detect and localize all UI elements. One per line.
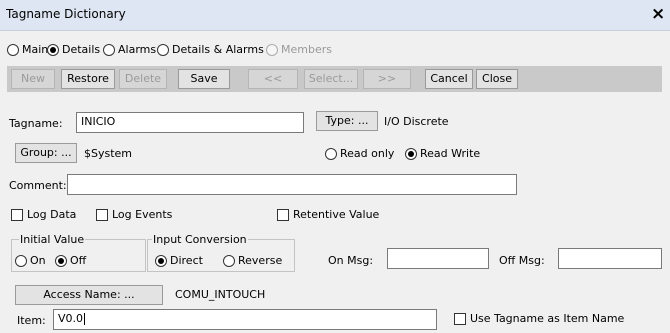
- radio-members: Members: [266, 43, 332, 56]
- radio-circle-disabled-icon: [266, 43, 278, 56]
- delete-button[interactable]: Delete: [119, 69, 167, 89]
- tagname-dictionary-window: Tagname Dictionary × Main Details Alarms…: [0, 0, 670, 333]
- radio-details[interactable]: Details: [47, 43, 100, 56]
- retentive-value-label: Retentive Value: [293, 208, 380, 221]
- group-value: $System: [84, 147, 133, 160]
- text-caret: [84, 313, 86, 325]
- radio-initial-off-label: Off: [70, 254, 87, 267]
- type-button[interactable]: Type: ...: [316, 111, 378, 131]
- radio-read-write[interactable]: Read Write: [405, 147, 480, 160]
- radio-circle-icon: [223, 254, 235, 267]
- radio-circle-icon: [7, 43, 19, 56]
- log-data-checkbox[interactable]: Log Data: [11, 208, 76, 221]
- on-msg-label: On Msg:: [328, 254, 374, 267]
- log-events-checkbox[interactable]: Log Events: [96, 208, 172, 221]
- checkbox-icon: [454, 312, 466, 325]
- restore-button[interactable]: Restore: [61, 69, 115, 89]
- title-bar: Tagname Dictionary ×: [0, 0, 670, 31]
- radio-alarms[interactable]: Alarms: [103, 43, 156, 56]
- group-button[interactable]: Group: ...: [15, 143, 77, 163]
- checkbox-icon: [11, 208, 23, 221]
- checkbox-icon: [277, 208, 289, 221]
- previous-button[interactable]: <<: [248, 69, 298, 89]
- input-conversion-title: Input Conversion: [152, 233, 248, 246]
- toolbar: New Restore Delete Save << Select... >> …: [7, 66, 662, 92]
- window-title: Tagname Dictionary: [6, 7, 126, 21]
- close-icon[interactable]: ×: [651, 3, 665, 25]
- on-msg-input[interactable]: [387, 248, 489, 269]
- radio-circle-selected-icon: [155, 254, 167, 267]
- comment-label: Comment:: [9, 179, 67, 192]
- radio-circle-selected-icon: [55, 254, 67, 267]
- retentive-value-checkbox[interactable]: Retentive Value: [277, 208, 379, 221]
- radio-circle-icon: [103, 43, 115, 56]
- radio-direct-label: Direct: [170, 254, 203, 267]
- radio-initial-off[interactable]: Off: [55, 254, 86, 267]
- radio-reverse-label: Reverse: [238, 254, 283, 267]
- radio-direct[interactable]: Direct: [155, 254, 203, 267]
- log-events-label: Log Events: [112, 208, 173, 221]
- radio-circle-icon: [15, 254, 27, 267]
- save-button[interactable]: Save: [178, 69, 230, 89]
- use-tagname-label: Use Tagname as Item Name: [470, 312, 625, 325]
- type-value: I/O Discrete: [384, 115, 449, 128]
- radio-details-alarms[interactable]: Details & Alarms: [157, 43, 264, 56]
- initial-value-title: Initial Value: [19, 233, 86, 246]
- radio-circle-icon: [157, 43, 169, 56]
- new-button[interactable]: New: [11, 69, 55, 89]
- tagname-label: Tagname:: [9, 117, 63, 130]
- off-msg-input[interactable]: [558, 248, 662, 269]
- radio-details-alarms-label: Details & Alarms: [172, 43, 264, 56]
- checkbox-icon: [96, 208, 108, 221]
- radio-circle-selected-icon: [405, 147, 417, 160]
- log-data-label: Log Data: [27, 208, 77, 221]
- radio-circle-icon: [325, 147, 337, 160]
- tagname-input[interactable]: INICIO: [76, 112, 304, 133]
- item-label: Item:: [17, 314, 46, 327]
- radio-initial-on[interactable]: On: [15, 254, 46, 267]
- item-input[interactable]: V0.0: [53, 309, 437, 330]
- close-button[interactable]: Close: [476, 69, 518, 89]
- radio-read-write-label: Read Write: [420, 147, 481, 160]
- use-tagname-checkbox[interactable]: Use Tagname as Item Name: [454, 312, 624, 325]
- radio-alarms-label: Alarms: [118, 43, 157, 56]
- radio-members-label: Members: [281, 43, 332, 56]
- select-button[interactable]: Select...: [304, 69, 358, 89]
- access-name-value: COMU_INTOUCH: [175, 288, 266, 301]
- comment-input[interactable]: [67, 174, 517, 195]
- next-button[interactable]: >>: [363, 69, 411, 89]
- access-name-button[interactable]: Access Name: ...: [15, 285, 163, 305]
- item-value: V0.0: [58, 312, 84, 325]
- cancel-button[interactable]: Cancel: [425, 69, 473, 89]
- radio-read-only-label: Read only: [340, 147, 395, 160]
- radio-details-label: Details: [62, 43, 101, 56]
- radio-reverse[interactable]: Reverse: [223, 254, 282, 267]
- off-msg-label: Off Msg:: [499, 254, 545, 267]
- radio-circle-selected-icon: [47, 43, 59, 56]
- radio-main-label: Main: [22, 43, 49, 56]
- radio-initial-on-label: On: [30, 254, 46, 267]
- radio-main[interactable]: Main: [7, 43, 48, 56]
- radio-read-only[interactable]: Read only: [325, 147, 394, 160]
